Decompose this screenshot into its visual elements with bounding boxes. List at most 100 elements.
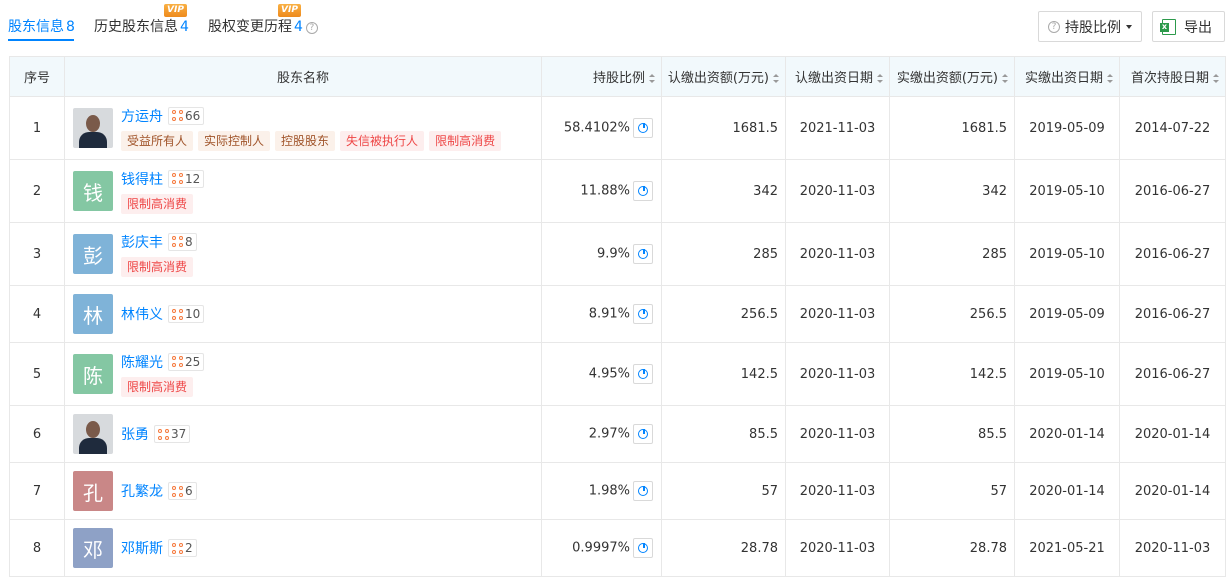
- cell-subscribed-date: 2020-11-03: [785, 519, 890, 577]
- ratio-filter-dropdown[interactable]: ? 持股比例: [1038, 11, 1142, 42]
- cell-shareholder: 张勇 37: [64, 405, 542, 463]
- col-header-subscribed-date[interactable]: 认缴出资日期: [785, 56, 890, 97]
- shareholder-name-link[interactable]: 方运舟: [121, 106, 163, 126]
- cell-paid-date: 2021-05-21: [1014, 519, 1120, 577]
- relation-count: 37: [171, 427, 187, 441]
- avatar[interactable]: [73, 414, 113, 454]
- export-button[interactable]: 导出: [1152, 11, 1225, 42]
- ratio-value: 9.9%: [596, 246, 630, 262]
- shareholder-table: 序号 股东名称 持股比例 认缴出资额(万元) 认缴出资日期 实缴出资额(万元) …: [9, 56, 1226, 577]
- relation-graph-icon: [172, 110, 183, 121]
- sort-icon[interactable]: [1213, 74, 1219, 83]
- shareholder-name-link[interactable]: 陈耀光: [121, 352, 163, 372]
- table-row: 7 孔孔繁龙 6 1.98% 57 2020-11-03 57 2020-01-14 2020-…: [9, 462, 1226, 520]
- relation-count-badge[interactable]: 12: [168, 169, 205, 188]
- cell-index: 8: [9, 519, 65, 577]
- relation-count: 8: [185, 234, 193, 249]
- col-header-ratio[interactable]: 持股比例: [541, 56, 662, 97]
- col-header-first-date[interactable]: 首次持股日期: [1119, 56, 1226, 97]
- risk-tag[interactable]: 限制高消费: [121, 376, 194, 397]
- risk-tag[interactable]: 受益所有人: [121, 130, 194, 151]
- risk-tag[interactable]: 实际控制人: [198, 130, 271, 151]
- avatar[interactable]: 孔: [73, 471, 113, 511]
- cell-paid-date: 2019-05-10: [1014, 159, 1120, 223]
- cell-paid-amount: 85.5: [889, 405, 1015, 463]
- sort-icon[interactable]: [877, 74, 883, 83]
- shareholder-name-link[interactable]: 钱得柱: [121, 169, 163, 189]
- tab-count: 4: [294, 19, 303, 35]
- sort-icon[interactable]: [1002, 74, 1008, 83]
- sort-icon[interactable]: [649, 74, 655, 83]
- shareholder-name-link[interactable]: 孔繁龙: [121, 481, 163, 501]
- risk-tag[interactable]: 限制高消费: [121, 193, 194, 214]
- relation-count-badge[interactable]: 66: [168, 106, 205, 125]
- cell-subscribed-amount: 285: [661, 222, 786, 286]
- cell-subscribed-date: 2020-11-03: [785, 159, 890, 223]
- ratio-value: 4.95%: [588, 366, 630, 382]
- cell-first-date: 2020-01-14: [1119, 462, 1226, 520]
- avatar[interactable]: 林: [73, 294, 113, 334]
- help-icon[interactable]: ?: [305, 22, 318, 34]
- tab-history-shareholders[interactable]: 历史股东信息 4: [94, 16, 189, 36]
- risk-tag[interactable]: 控股股东: [275, 130, 336, 151]
- pie-chart-icon[interactable]: [633, 481, 653, 501]
- col-header-subscribed-amount[interactable]: 认缴出资额(万元): [661, 56, 786, 97]
- shareholder-name-link[interactable]: 彭庆丰: [121, 232, 163, 252]
- cell-ratio: 9.9%: [541, 222, 662, 286]
- pie-chart-icon[interactable]: [633, 364, 653, 384]
- cell-index: 2: [9, 159, 65, 223]
- shareholder-name-link[interactable]: 林伟义: [121, 304, 163, 324]
- avatar[interactable]: 陈: [73, 354, 113, 394]
- relation-count-badge[interactable]: 8: [168, 232, 197, 251]
- relation-count-badge[interactable]: 37: [154, 425, 191, 443]
- relation-count-badge[interactable]: 6: [168, 482, 197, 500]
- tab-shareholders[interactable]: 股东信息 8: [8, 16, 75, 36]
- relation-graph-icon: [158, 428, 169, 440]
- relation-count: 12: [185, 171, 201, 186]
- cell-ratio: 2.97%: [541, 405, 662, 463]
- table-row: 6 张勇 37 2.97% 85.5 2020-11-03 85.5 2020-01-14 20…: [9, 405, 1226, 463]
- excel-icon: [1160, 18, 1176, 35]
- avatar[interactable]: 邓: [73, 528, 113, 568]
- cell-first-date: 2016-06-27: [1119, 342, 1226, 406]
- tab-equity-changes[interactable]: 股权变更历程 4?: [208, 16, 318, 36]
- table-row: 4 林林伟义 10 8.91% 256.5 2020-11-03 256.5 2019-05-…: [9, 285, 1226, 343]
- tab-label: 历史股东信息: [94, 19, 178, 35]
- risk-tag[interactable]: 失信被执行人: [340, 130, 425, 151]
- relation-graph-icon: [172, 236, 183, 247]
- sort-icon[interactable]: [773, 74, 779, 83]
- shareholder-name-link[interactable]: 张勇: [121, 424, 149, 444]
- shareholder-name-link[interactable]: 邓斯斯: [121, 538, 163, 558]
- cell-shareholder: 陈陈耀光 25 限制高消费: [64, 342, 542, 406]
- pie-chart-icon[interactable]: [633, 244, 653, 264]
- col-header-paid-amount[interactable]: 实缴出资额(万元): [889, 56, 1015, 97]
- pie-chart-icon[interactable]: [633, 118, 653, 138]
- relation-count-badge[interactable]: 2: [168, 539, 197, 557]
- pie-chart-icon[interactable]: [633, 304, 653, 324]
- avatar[interactable]: 彭: [73, 234, 113, 274]
- cell-subscribed-amount: 28.78: [661, 519, 786, 577]
- relation-count-badge[interactable]: 25: [168, 352, 205, 371]
- relation-graph-icon: [172, 173, 183, 184]
- active-tab-indicator: [8, 39, 74, 41]
- avatar[interactable]: 钱: [73, 171, 113, 211]
- relation-count: 6: [185, 484, 193, 498]
- relation-count-badge[interactable]: 10: [168, 305, 205, 323]
- cell-index: 5: [9, 342, 65, 406]
- pie-chart-icon[interactable]: [633, 181, 653, 201]
- col-header-paid-date[interactable]: 实缴出资日期: [1014, 56, 1120, 97]
- help-icon: ?: [1048, 20, 1060, 33]
- cell-first-date: 2016-06-27: [1119, 285, 1226, 343]
- pie-chart-icon[interactable]: [633, 538, 653, 558]
- risk-tag[interactable]: 限制高消费: [429, 130, 502, 151]
- cell-subscribed-date: 2020-11-03: [785, 405, 890, 463]
- avatar[interactable]: [73, 108, 113, 148]
- cell-first-date: 2020-11-03: [1119, 519, 1226, 577]
- cell-index: 6: [9, 405, 65, 463]
- sort-icon[interactable]: [1107, 74, 1113, 83]
- pie-chart-icon[interactable]: [633, 424, 653, 444]
- risk-tag[interactable]: 限制高消费: [121, 256, 194, 277]
- cell-ratio: 11.88%: [541, 159, 662, 223]
- export-label: 导出: [1184, 19, 1212, 36]
- cell-index: 3: [9, 222, 65, 286]
